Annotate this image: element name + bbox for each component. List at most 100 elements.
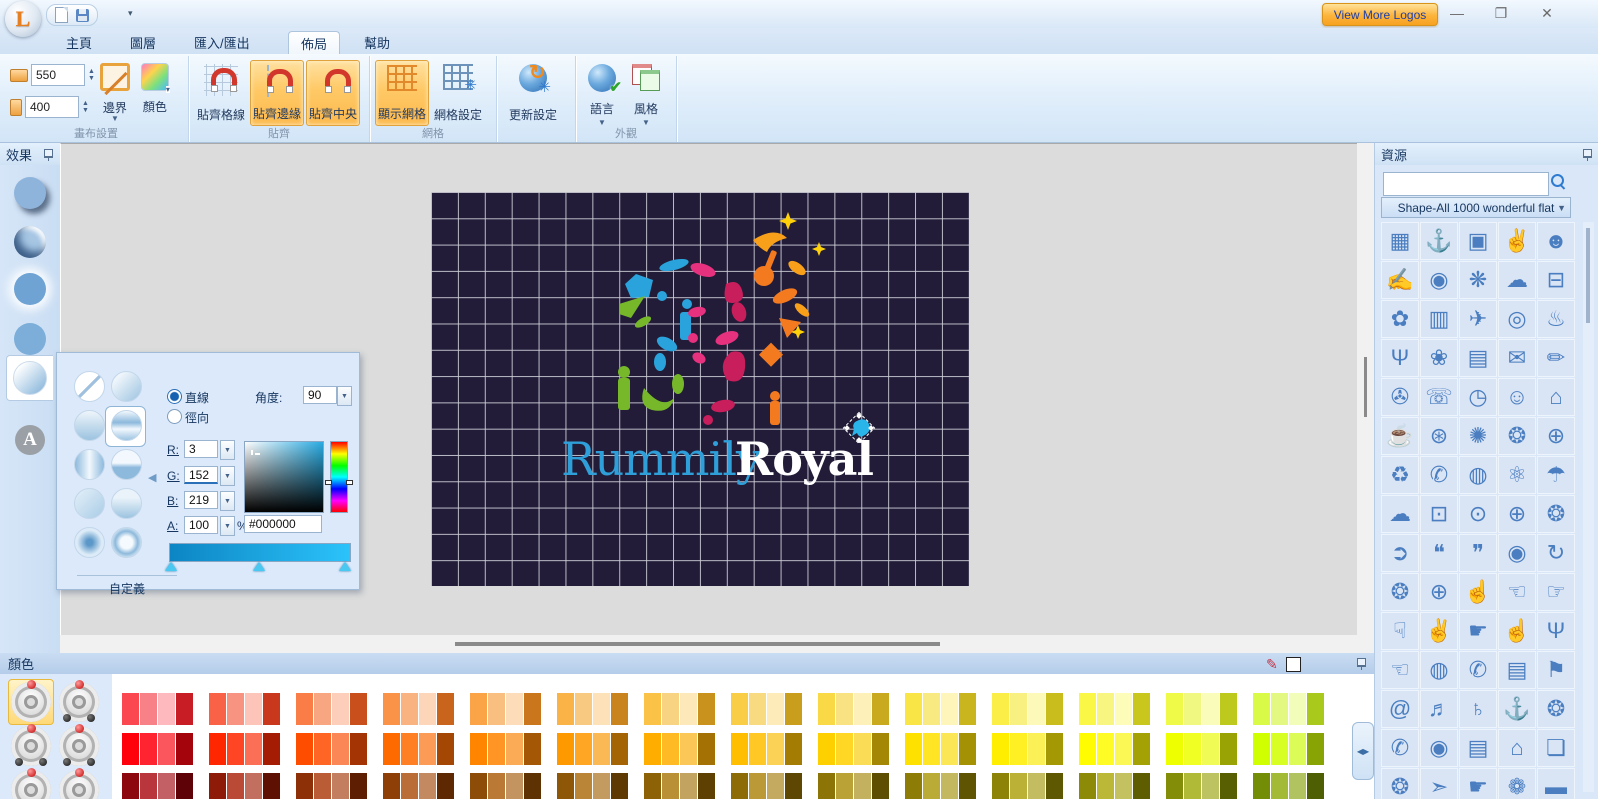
shape-phone-spiral-icon[interactable]: ✆ — [1381, 729, 1419, 767]
color-swatch[interactable] — [227, 693, 244, 725]
gradient-stop-left[interactable] — [165, 562, 177, 571]
r-input[interactable] — [184, 440, 218, 458]
color-swatch[interactable] — [122, 693, 139, 725]
canvas-width-input[interactable] — [31, 64, 85, 86]
logo-text-secondary[interactable]: Royal — [735, 432, 873, 486]
color-swatch[interactable] — [836, 693, 853, 725]
color-swatch[interactable] — [785, 773, 802, 799]
color-scheme-dial-4[interactable] — [56, 723, 102, 769]
gradient-style-bottom-half[interactable] — [111, 449, 142, 480]
color-swatch[interactable] — [767, 773, 784, 799]
color-swatch[interactable] — [1115, 773, 1132, 799]
color-swatch[interactable] — [749, 733, 766, 765]
shape-refresh-arrows-icon[interactable]: ↻ — [1537, 534, 1575, 572]
color-swatch[interactable] — [680, 773, 697, 799]
border-button[interactable]: 邊界 ▼ — [95, 60, 135, 122]
shape-kettle-icon[interactable]: ♨ — [1537, 300, 1575, 338]
shape-clock-icon[interactable]: ◷ — [1459, 378, 1497, 416]
color-swatch[interactable] — [350, 693, 367, 725]
color-swatch[interactable] — [1307, 733, 1324, 765]
color-swatch[interactable] — [698, 733, 715, 765]
color-swatch[interactable] — [488, 773, 505, 799]
color-swatch[interactable] — [818, 733, 835, 765]
shape-globe-location-icon[interactable]: ⊕ — [1420, 573, 1458, 611]
shape-thumbs-up-icon[interactable]: ☜ — [1498, 573, 1536, 611]
color-swatch[interactable] — [506, 773, 523, 799]
shape-monitor-icon[interactable]: ⊡ — [1420, 495, 1458, 533]
tab-4[interactable]: 佈局 — [288, 31, 340, 55]
canvas-color-button[interactable]: 顏色 — [135, 60, 175, 122]
color-swatch[interactable] — [593, 693, 610, 725]
color-swatch[interactable] — [1097, 693, 1114, 725]
color-swatch[interactable] — [611, 693, 628, 725]
color-swatch[interactable] — [1079, 773, 1096, 799]
shape-globe-bird-icon[interactable]: ⊛ — [1420, 417, 1458, 455]
color-swatch[interactable] — [1028, 733, 1045, 765]
shape-pointer-icon[interactable]: ☛ — [1459, 768, 1497, 799]
color-swatch[interactable] — [332, 773, 349, 799]
color-swatch[interactable] — [437, 693, 454, 725]
color-swatch[interactable] — [854, 773, 871, 799]
shape-dog-icon[interactable]: ☻ — [1537, 222, 1575, 260]
app-menu-button[interactable]: L — [5, 1, 41, 37]
shape-coffee-cup-icon[interactable]: ☕ — [1381, 417, 1419, 455]
g-input[interactable] — [184, 466, 218, 484]
color-swatch[interactable] — [557, 693, 574, 725]
color-swatch[interactable] — [749, 693, 766, 725]
color-swatch[interactable] — [470, 773, 487, 799]
gradient-style-none[interactable] — [74, 371, 105, 402]
canvas-vertical-scrollbar[interactable] — [1357, 143, 1374, 653]
shape-speech-bubble-2-icon[interactable]: ❞ — [1459, 534, 1497, 572]
color-swatch[interactable] — [209, 693, 226, 725]
color-swatch[interactable] — [818, 773, 835, 799]
color-swatch[interactable] — [644, 733, 661, 765]
color-swatch[interactable] — [401, 773, 418, 799]
shape-ok-hand-icon[interactable]: ✌ — [1420, 612, 1458, 650]
grid-settings-button[interactable]: ✳ 網格設定 — [431, 60, 485, 126]
style-button[interactable]: 風格 ▼ — [625, 60, 667, 126]
color-swatch[interactable] — [401, 693, 418, 725]
saturation-value-picker[interactable] — [244, 441, 324, 513]
color-swatch[interactable] — [122, 733, 139, 765]
shape-satellite-bell-icon[interactable]: ⚛ — [1498, 456, 1536, 494]
color-swatch[interactable] — [662, 693, 679, 725]
color-swatch[interactable] — [593, 733, 610, 765]
color-swatch[interactable] — [836, 733, 853, 765]
color-swatch[interactable] — [176, 693, 193, 725]
shape-wireframe-globe-icon[interactable]: ❂ — [1537, 495, 1575, 533]
color-swatch[interactable] — [941, 693, 958, 725]
shape-thumbs-up-2-icon[interactable]: ☜ — [1381, 651, 1419, 689]
color-swatch[interactable] — [524, 693, 541, 725]
shape-globe-pin-icon[interactable]: ⊕ — [1537, 417, 1575, 455]
color-swatch[interactable] — [1046, 693, 1063, 725]
shape-flag-hand-icon[interactable]: ➣ — [1420, 768, 1458, 799]
color-scheme-dial-6[interactable] — [56, 767, 102, 799]
hue-slider[interactable] — [330, 441, 348, 513]
shape-pencil-icon[interactable]: ✏ — [1537, 339, 1575, 377]
color-swatch[interactable] — [209, 773, 226, 799]
shape-yacht-icon[interactable]: ⚓ — [1498, 690, 1536, 728]
tab-1[interactable]: 主頁 — [54, 31, 104, 54]
color-scheme-dial-3[interactable] — [8, 723, 54, 769]
angle-dropdown[interactable]: ▼ — [337, 386, 352, 406]
color-swatch[interactable] — [176, 773, 193, 799]
search-icon[interactable] — [1551, 174, 1564, 187]
color-swatch[interactable] — [767, 733, 784, 765]
pin-icon[interactable] — [1582, 148, 1593, 161]
effect-inner-bevel[interactable] — [14, 226, 46, 258]
canvas-height-stepper[interactable]: ▲▼ — [82, 101, 89, 114]
color-swatch[interactable] — [611, 733, 628, 765]
color-swatch[interactable] — [1289, 773, 1306, 799]
gradient-style-diagonal-soft[interactable] — [74, 488, 105, 519]
gradient-style-bottom-soft[interactable] — [111, 488, 142, 519]
color-swatch[interactable] — [122, 773, 139, 799]
color-swatch[interactable] — [872, 733, 889, 765]
gradient-stop-right[interactable] — [339, 562, 351, 571]
shape-hand-cursor-icon[interactable]: ☝ — [1459, 573, 1497, 611]
color-swatch[interactable] — [1184, 773, 1201, 799]
shape-water-drops-icon[interactable]: ☂ — [1537, 456, 1575, 494]
color-swatch[interactable] — [941, 733, 958, 765]
color-swatch[interactable] — [263, 733, 280, 765]
color-swatch[interactable] — [1133, 773, 1150, 799]
eyedropper-icon[interactable]: ✎ — [1266, 656, 1278, 673]
